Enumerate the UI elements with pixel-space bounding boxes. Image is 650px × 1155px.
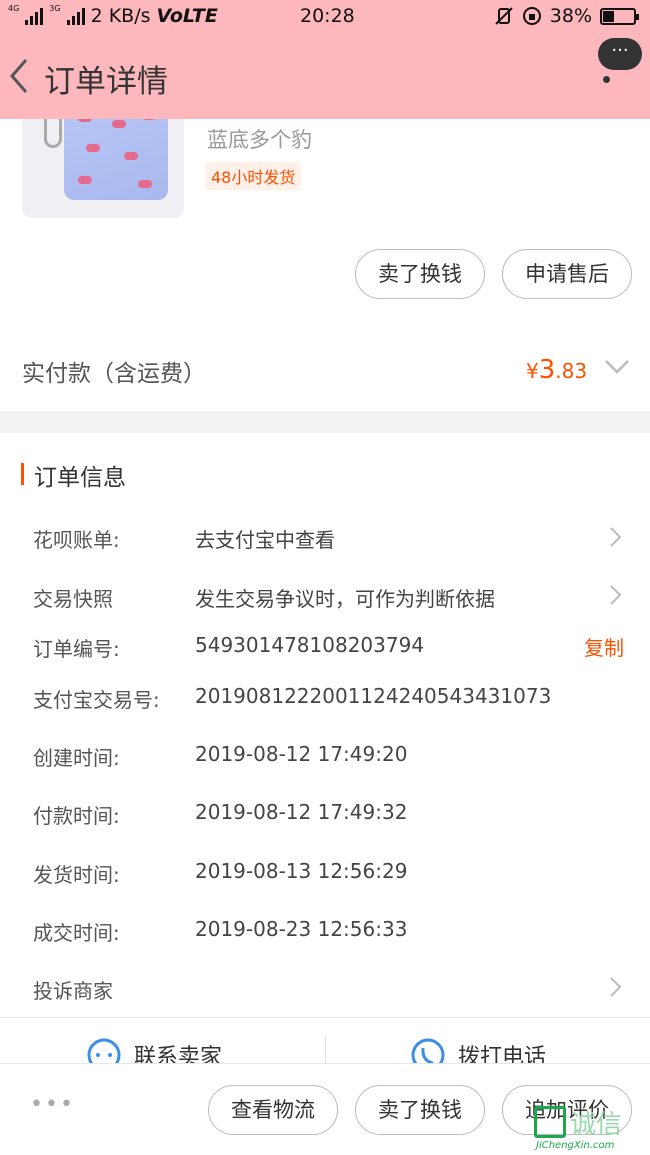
amount-decimal: .83 — [555, 359, 588, 383]
chevron-right-icon[interactable] — [608, 526, 622, 548]
total-paid-amount: ¥3.83 — [526, 355, 587, 385]
pattern-dot — [78, 176, 92, 184]
total-paid-label: 实付款（含运费） — [22, 361, 206, 387]
page-title: 订单详情 — [44, 64, 168, 100]
created-time-label: 创建时间: — [33, 746, 120, 770]
network-type-1: 4G — [8, 3, 20, 13]
watermark-text: 诚信 — [570, 1110, 623, 1140]
volte-indicator: VoLTE — [156, 5, 218, 27]
created-time-value: 2019-08-12 17:49:20 — [195, 742, 408, 766]
pattern-dot — [138, 180, 152, 188]
alipay-trade-label: 支付宝交易号: — [33, 688, 160, 712]
watermark-logo — [534, 1106, 566, 1138]
after-sale-button[interactable]: 申请售后 — [502, 249, 632, 299]
paid-time-value: 2019-08-12 17:49:32 — [195, 800, 408, 824]
chevron-right-icon[interactable] — [608, 584, 622, 606]
view-logistics-button[interactable]: 查看物流 — [208, 1085, 338, 1135]
completed-time-value: 2019-08-23 12:56:33 — [195, 917, 408, 941]
network-type-2: 3G — [49, 3, 61, 13]
battery-icon — [600, 7, 639, 25]
more-actions-button[interactable]: ••• — [30, 1092, 75, 1117]
back-arrow-icon[interactable] — [6, 56, 32, 96]
header: 4G 3G 2 KB/s VoLTE 20:28 38% 订单详情 ··· — [0, 0, 650, 119]
section-accent-bar — [21, 463, 24, 485]
amount-integer: 3 — [538, 355, 556, 385]
pattern-dot — [86, 144, 100, 152]
chevron-down-icon[interactable] — [604, 358, 630, 376]
snapshot-link[interactable]: 发生交易争议时，可作为判断依据 — [195, 583, 495, 612]
mute-icon — [495, 7, 513, 25]
watermark: 诚信 JiChengXin.com — [534, 1104, 646, 1152]
more-dot-icon — [603, 76, 610, 83]
more-menu-button[interactable]: ··· — [598, 38, 642, 70]
order-number-label: 订单编号: — [33, 637, 120, 661]
copy-button[interactable]: 复制 — [584, 632, 624, 661]
watermark-site: JiChengXin.com — [536, 1140, 615, 1151]
network-speed: 2 KB/s — [90, 5, 151, 27]
nav-bar: 订单详情 ··· — [0, 38, 650, 110]
signal-icon — [66, 7, 85, 25]
huabei-label: 花呗账单: — [33, 528, 120, 552]
paid-time-label: 付款时间: — [33, 804, 120, 828]
order-number-value: 549301478108203794 — [195, 633, 425, 657]
shipping-tag: 48小时发货 — [205, 162, 302, 190]
resell-button[interactable]: 卖了换钱 — [355, 1085, 485, 1135]
shipped-time-label: 发货时间: — [33, 863, 120, 887]
order-info-section: 订单信息 花呗账单: 去支付宝中查看 交易快照 发生交易争议时，可作为判断依据 … — [0, 433, 650, 1072]
resell-button[interactable]: 卖了换钱 — [355, 249, 485, 299]
huabei-link[interactable]: 去支付宝中查看 — [195, 524, 335, 553]
divider — [0, 1017, 650, 1018]
battery-fill — [603, 10, 614, 22]
rotation-lock-icon — [522, 7, 541, 25]
section-title: 订单信息 — [34, 465, 126, 491]
completed-time-label: 成交时间: — [33, 921, 120, 945]
status-bar: 4G 3G 2 KB/s VoLTE 20:28 38% — [0, 0, 650, 34]
order-detail-screen: 蓝底多个豹 48小时发货 卖了换钱 申请售后 实付款（含运费） ¥3.83 4G… — [0, 0, 650, 1155]
battery-percent: 38% — [549, 5, 592, 27]
complain-seller-link[interactable]: 投诉商家 — [33, 975, 113, 1004]
shipped-time-value: 2019-08-13 12:56:29 — [195, 859, 408, 883]
signal-icon — [25, 7, 44, 25]
chevron-right-icon[interactable] — [608, 976, 622, 998]
alipay-trade-value: 2019081222001124240543431073 — [195, 684, 552, 708]
pattern-dot — [124, 152, 138, 160]
snapshot-label: 交易快照 — [33, 587, 113, 611]
product-variant: 蓝底多个豹 — [207, 128, 312, 152]
pattern-dot — [112, 120, 126, 128]
clock: 20:28 — [300, 5, 355, 27]
currency-symbol: ¥ — [526, 359, 539, 383]
